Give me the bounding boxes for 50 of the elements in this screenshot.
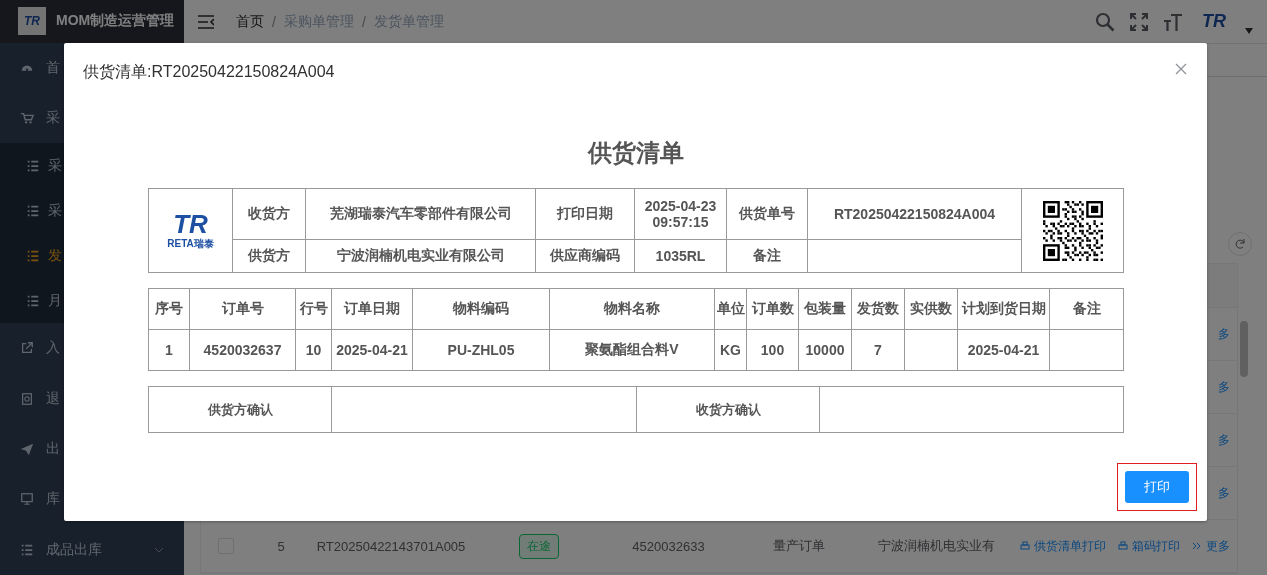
app-title: MOM制造运营管理 bbox=[56, 12, 175, 31]
table-cell-text: RT20250422143701A005 bbox=[315, 538, 467, 554]
column-header: 订单号 bbox=[189, 288, 296, 330]
table-cell: 备注 bbox=[726, 239, 808, 273]
table-cell: 供货方 bbox=[232, 239, 306, 273]
table-cell: 供货方确认 bbox=[148, 386, 332, 433]
table-cell: 2025-04-21 bbox=[331, 329, 413, 371]
company-logo: TR RETA瑞泰 bbox=[166, 210, 215, 251]
document-title: 供货清单 bbox=[586, 138, 685, 168]
column-header: 包装量 bbox=[798, 288, 852, 330]
table-cell: 2025-04-21 bbox=[957, 329, 1050, 371]
table-cell: 1035RL bbox=[634, 239, 727, 273]
table-cell: 宁波润楠机电实业有限公司 bbox=[305, 239, 536, 273]
table-cell: 4520032637 bbox=[189, 329, 296, 371]
column-header: 订单日期 bbox=[331, 288, 413, 330]
table-cell: 7 bbox=[851, 329, 905, 371]
table-cell: PU-ZHL05 bbox=[412, 329, 550, 371]
breadcrumb-separator: / bbox=[272, 13, 276, 30]
table-cell: 收货方 bbox=[232, 188, 306, 240]
table-cell: 供货单号 bbox=[726, 188, 808, 240]
table-cell-text: 5 bbox=[276, 538, 286, 554]
table-cell: 收货方确认 bbox=[636, 386, 820, 433]
table-cell: 2025-04-23 09:57:15 bbox=[634, 188, 727, 240]
status-tag: 在途 bbox=[518, 533, 559, 559]
breadcrumb-separator: / bbox=[361, 13, 366, 30]
column-header: 单位 bbox=[714, 288, 747, 330]
column-header: 行号 bbox=[295, 288, 332, 330]
column-header: 物料名称 bbox=[549, 288, 715, 330]
table-cell: 10 bbox=[295, 329, 332, 371]
table-cell: 供应商编码 bbox=[535, 239, 635, 273]
column-header: 实供数 bbox=[904, 288, 958, 330]
table-cell-text: 4520032633 bbox=[631, 538, 706, 554]
table-cell: 打印日期 bbox=[535, 188, 635, 240]
table-cell: 聚氨酯组合料V bbox=[549, 329, 715, 371]
table-cell: 芜湖瑞泰汽车零部件有限公司 bbox=[305, 188, 536, 240]
table-cell: RT20250422150824A004 bbox=[807, 188, 1022, 240]
dialog-title: 供货清单:RT20250422150824A004 bbox=[83, 62, 335, 79]
column-header: 订单数 bbox=[746, 288, 799, 330]
table-cell-text: 宁波润楠机电实业有 bbox=[877, 537, 996, 555]
column-header: 物料编码 bbox=[412, 288, 550, 330]
column-header: 序号 bbox=[148, 288, 190, 330]
column-header: 备注 bbox=[1049, 288, 1124, 330]
column-header: 发货数 bbox=[851, 288, 905, 330]
brand-logo: TR bbox=[18, 7, 46, 36]
column-header: 计划到货日期 bbox=[957, 288, 1050, 330]
table-cell: 1 bbox=[148, 329, 190, 371]
table-cell: KG bbox=[714, 329, 747, 371]
table-cell-text: 量产订单 bbox=[771, 537, 826, 555]
table-cell: 10000 bbox=[798, 329, 852, 371]
table-cell: 100 bbox=[746, 329, 799, 371]
